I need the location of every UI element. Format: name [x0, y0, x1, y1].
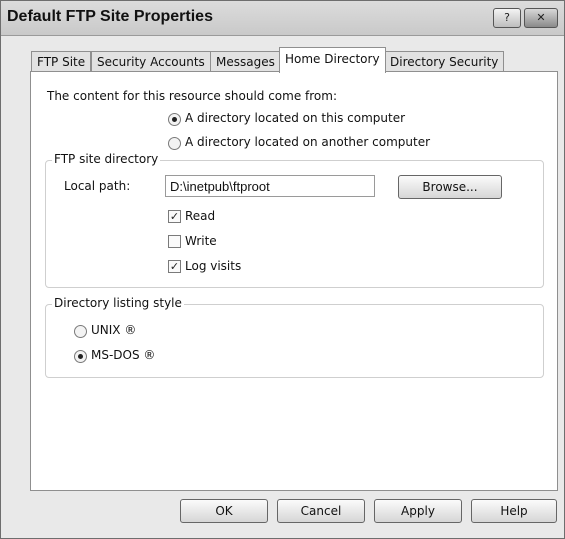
help-button[interactable]: Help: [471, 499, 557, 523]
log-visits-label: Log visits: [185, 259, 242, 273]
help-title-button[interactable]: ?: [493, 8, 521, 28]
local-path-input[interactable]: D:\inetpub\ftproot: [165, 175, 375, 197]
home-directory-panel: The content for this resource should com…: [30, 71, 558, 491]
title-bar: Default FTP Site Properties ? ✕: [1, 1, 564, 36]
write-label: Write: [185, 234, 217, 248]
directory-listing-style-group: Directory listing style UNIX ® MS-DOS ®: [45, 296, 544, 378]
ok-button[interactable]: OK: [180, 499, 268, 523]
tab-ftp-site[interactable]: FTP Site: [31, 51, 92, 72]
tab-directory-security[interactable]: Directory Security: [384, 51, 505, 72]
close-button[interactable]: ✕: [524, 8, 558, 28]
ftp-site-directory-legend: FTP site directory: [52, 152, 161, 166]
tab-home-directory[interactable]: Home Directory: [279, 47, 386, 73]
log-visits-checkbox[interactable]: ✓: [168, 260, 181, 273]
properties-dialog: Default FTP Site Properties ? ✕ FTP Site…: [0, 0, 565, 539]
tab-security-accounts[interactable]: Security Accounts: [91, 51, 211, 72]
browse-button[interactable]: Browse...: [398, 175, 502, 199]
radio-another-computer-label: A directory located on another computer: [185, 135, 431, 149]
local-path-label: Local path:: [64, 179, 131, 193]
content-source-prompt: The content for this resource should com…: [47, 89, 337, 103]
radio-ms-dos[interactable]: [74, 350, 87, 363]
radio-another-computer[interactable]: [168, 137, 181, 150]
radio-unix-label: UNIX ®: [91, 323, 137, 337]
radio-this-computer[interactable]: [168, 113, 181, 126]
write-checkbox[interactable]: [168, 235, 181, 248]
directory-listing-style-legend: Directory listing style: [52, 296, 184, 310]
read-label: Read: [185, 209, 216, 223]
ftp-site-directory-group: FTP site directory Local path: D:\inetpu…: [45, 152, 544, 288]
radio-ms-dos-label: MS-DOS ®: [91, 348, 156, 362]
tab-messages[interactable]: Messages: [210, 51, 281, 72]
apply-button[interactable]: Apply: [374, 499, 462, 523]
cancel-button[interactable]: Cancel: [277, 499, 365, 523]
read-checkbox[interactable]: ✓: [168, 210, 181, 223]
radio-this-computer-label: A directory located on this computer: [185, 111, 406, 125]
window-title: Default FTP Site Properties: [7, 8, 213, 25]
radio-unix[interactable]: [74, 325, 87, 338]
